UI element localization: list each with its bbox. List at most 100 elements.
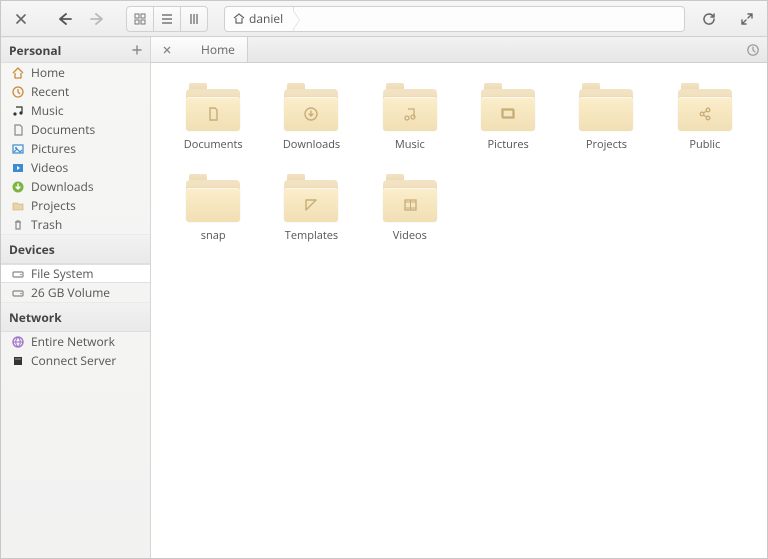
sidebar-item-home[interactable]: Home	[1, 63, 150, 82]
sidebar-item-label: Connect Server	[31, 352, 116, 369]
breadcrumb-home[interactable]: daniel	[225, 7, 294, 31]
folder-public[interactable]: Public	[661, 89, 749, 152]
window-close-button[interactable]	[7, 6, 35, 32]
sidebar-item-pictures[interactable]: Pictures	[1, 139, 150, 158]
folder-templates[interactable]: Templates	[267, 180, 355, 243]
folder-pictures[interactable]: Pictures	[464, 89, 552, 152]
sidebar-item-downloads[interactable]: Downloads	[1, 177, 150, 196]
home-icon	[11, 66, 25, 80]
folder-label: Pictures	[488, 137, 529, 152]
folder-icon	[678, 89, 732, 131]
folder-icon	[284, 89, 338, 131]
refresh-icon	[702, 12, 716, 26]
doc-icon	[11, 123, 25, 137]
video-icon	[11, 161, 25, 175]
clock-icon	[11, 85, 25, 99]
folder-icon	[383, 180, 437, 222]
sidebar-section-title: Network	[9, 309, 62, 326]
maximize-icon	[741, 13, 753, 25]
sidebar: Personal Home RecentMusicDocuments Picture…	[1, 37, 151, 558]
folder-projects[interactable]: Projects	[562, 89, 650, 152]
folder-icon	[481, 89, 535, 131]
toolbar: daniel	[1, 1, 767, 37]
sidebar-item-label: Trash	[31, 216, 62, 233]
folder-icon	[186, 89, 240, 131]
sidebar-item-entire-network[interactable]: Entire Network	[1, 332, 150, 351]
sidebar-section-title: Personal	[9, 42, 61, 59]
folder-downloads[interactable]: Downloads	[267, 89, 355, 152]
sidebar-item-trash[interactable]: Trash	[1, 215, 150, 234]
sidebar-item-music[interactable]: Music	[1, 101, 150, 120]
picture-icon	[11, 142, 25, 156]
view-list-button[interactable]	[153, 6, 181, 32]
folder-label: Videos	[393, 228, 427, 243]
home-icon	[233, 13, 245, 24]
main-pane: Home Documents Downloads Music	[151, 37, 767, 558]
sidebar-item-label: Videos	[31, 159, 68, 176]
sidebar-item-26-gb-volume[interactable]: 26 GB Volume	[1, 283, 150, 302]
nav-back-button[interactable]	[51, 6, 79, 32]
folder-snap[interactable]: snap	[169, 180, 257, 243]
window-maximize-button[interactable]	[733, 6, 761, 32]
sidebar-item-label: Home	[31, 64, 65, 81]
path-bar[interactable]: daniel	[224, 6, 685, 32]
music-icon	[11, 104, 25, 118]
nav-forward-button[interactable]	[83, 6, 111, 32]
sidebar-item-label: File System	[31, 265, 94, 282]
close-icon	[16, 14, 26, 24]
sidebar-item-label: 26 GB Volume	[31, 284, 110, 301]
sidebar-item-videos[interactable]: Videos	[1, 158, 150, 177]
plus-icon[interactable]	[132, 45, 142, 55]
tab-close-icon[interactable]	[163, 46, 171, 54]
folder-label: Music	[395, 137, 425, 152]
sidebar-item-recent[interactable]: Recent	[1, 82, 150, 101]
history-icon	[746, 43, 760, 57]
folder-music[interactable]: Music	[366, 89, 454, 152]
folder-label: Projects	[586, 137, 627, 152]
folder-label: snap	[201, 228, 226, 243]
tab-home[interactable]: Home	[151, 37, 248, 62]
sidebar-item-label: Projects	[31, 197, 76, 214]
folder-icon	[579, 89, 633, 131]
folder-label: Downloads	[283, 137, 340, 152]
folder-icon	[383, 89, 437, 131]
arrow-right-icon	[90, 13, 104, 25]
sidebar-section-header: Personal	[1, 37, 150, 63]
work-area: Personal HomeRecentMusicDocumentsPicture…	[1, 37, 767, 558]
columns-icon	[188, 13, 200, 25]
drive-icon	[11, 286, 25, 300]
drive-icon	[11, 267, 25, 281]
breadcrumb-label: daniel	[249, 10, 283, 27]
sidebar-item-connect-server[interactable]: Connect Server	[1, 351, 150, 370]
server-icon	[11, 354, 25, 368]
network-icon	[11, 335, 25, 349]
folder-label: Templates	[285, 228, 338, 243]
folder-icon	[11, 199, 25, 213]
list-icon	[161, 13, 173, 25]
arrow-left-icon	[58, 13, 72, 25]
tab-history-button[interactable]	[739, 37, 767, 62]
folder-label: Public	[689, 137, 720, 152]
sidebar-item-documents[interactable]: Documents	[1, 120, 150, 139]
grid-icon	[134, 13, 146, 25]
folder-icon	[284, 180, 338, 222]
sidebar-item-label: Pictures	[31, 140, 76, 157]
folder-documents[interactable]: Documents	[169, 89, 257, 152]
sidebar-section-header: Devices	[1, 234, 150, 264]
sidebar-item-label: Downloads	[31, 178, 94, 195]
view-icons-button[interactable]	[126, 6, 154, 32]
refresh-button[interactable]	[695, 6, 723, 32]
folder-videos[interactable]: Videos	[366, 180, 454, 243]
sidebar-item-label: Recent	[31, 83, 69, 100]
sidebar-item-file-system[interactable]: File System	[1, 264, 150, 283]
content-area[interactable]: Documents Downloads Music Pictures Proje…	[151, 63, 767, 558]
sidebar-section-title: Devices	[9, 241, 55, 258]
sidebar-item-label: Documents	[31, 121, 95, 138]
sidebar-item-projects[interactable]: Projects	[1, 196, 150, 215]
download-icon	[11, 180, 25, 194]
folder-label: Documents	[184, 137, 243, 152]
tab-strip: Home	[151, 37, 767, 63]
view-mode-group	[127, 6, 208, 32]
sidebar-section-header: Network	[1, 302, 150, 332]
view-columns-button[interactable]	[180, 6, 208, 32]
